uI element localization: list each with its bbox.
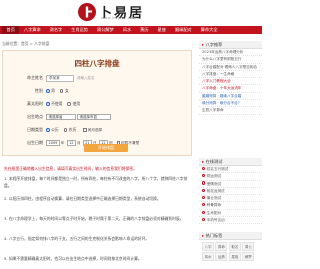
submit-button[interactable]: 开始排盘 bbox=[84, 144, 128, 152]
site-logo[interactable] bbox=[78, 3, 96, 21]
circle-icon bbox=[202, 210, 206, 214]
circle-icon bbox=[202, 174, 206, 178]
tag[interactable]: 解梦 bbox=[242, 252, 255, 261]
input-tip: 先在框里正确地输入出生信息，请填写真实出生时间，输入的信息我们将保密。 bbox=[4, 166, 137, 171]
circle-icon bbox=[202, 203, 206, 207]
calendar-row: 日期类型 公历 农历 闰月选择 bbox=[3, 125, 191, 135]
article-para: 3. 在八字命理学上，每天的时间以零点子时开始，晚子时属于第二天，正确的八字排盘… bbox=[4, 216, 184, 221]
solar-time-off-radio[interactable]: 不使用 bbox=[46, 101, 62, 107]
birth-label: 出生日期 bbox=[27, 140, 43, 145]
calendar-lunar-radio[interactable]: 农历 bbox=[63, 127, 76, 133]
year-unit: 年 bbox=[60, 140, 65, 145]
month-unit: 月 bbox=[76, 140, 81, 145]
sidebar-link[interactable]: 八字合婚配对·看两人八字是否相合 bbox=[199, 64, 262, 71]
sidebar-link[interactable]: 八字排盘：一生命格 bbox=[199, 71, 262, 79]
calendar-label: 日期类型 bbox=[27, 127, 43, 132]
solar-time-row: 真太阳时 不使用 使用 bbox=[3, 99, 191, 109]
circle-icon bbox=[202, 166, 206, 170]
tag[interactable]: 周公 bbox=[242, 242, 255, 251]
sidebar-link[interactable]: 生辰八字算命 bbox=[199, 107, 262, 115]
tag[interactable]: 属相 bbox=[228, 252, 241, 261]
sidebar-link[interactable]: 爱情测试 bbox=[199, 181, 262, 188]
nav-item-home[interactable]: 首页 bbox=[2, 26, 20, 34]
sidebar-link[interactable]: 2023年运势八字命理分析 bbox=[199, 49, 262, 57]
bu-glyph-icon bbox=[85, 6, 92, 18]
sidebar-link[interactable]: 生肖配对 bbox=[199, 210, 262, 218]
tag[interactable]: 八字 bbox=[202, 242, 214, 251]
sidebar-link[interactable]: 为什么八字里有阴阳五行 bbox=[199, 56, 262, 64]
gender-male-radio[interactable]: 男 bbox=[46, 88, 55, 94]
nav-item-almanac[interactable]: 黄历 bbox=[136, 26, 153, 34]
sidebar-tests: ▸ 在线测试 姓名五行测试 财运测试 爱情测试 桃花运测试 事业测试 称骨算命 生… bbox=[199, 158, 262, 225]
sidebar-link[interactable]: 财运测试 bbox=[199, 173, 262, 181]
sidebar-link[interactable]: 姓名五行测试 bbox=[199, 166, 262, 174]
name-row: 命主姓名 李某某 请输入姓名 bbox=[3, 73, 191, 83]
form-title: 四柱八字排盘 bbox=[74, 59, 120, 68]
sidebar-tags: ▸ 热门标签 八字 算命 取名 周公 风水 运势 属相 解梦 bbox=[199, 232, 262, 263]
sidebar-link[interactable]: 称骨算命 bbox=[199, 202, 262, 210]
calendar-solar-radio[interactable]: 公历 bbox=[46, 127, 59, 133]
gender-label: 性别 bbox=[35, 88, 43, 93]
main-nav: 首页 八字算命 测名字 生肖运势 周公解梦 风水 黄历 星座 姻缘配对 算命大全 bbox=[0, 26, 262, 34]
nav-item-name[interactable]: 测名字 bbox=[45, 26, 67, 34]
city-select[interactable]: 请选择市县 bbox=[77, 113, 111, 121]
sidebar-head: ▸ 在线测试 bbox=[199, 158, 262, 166]
nav-item-star[interactable]: 星座 bbox=[153, 26, 170, 34]
article-para: 4. 八字五行，指定如何排八字的干支，五行之间的生克制化关系会影响人命运的好坏。 bbox=[4, 236, 150, 241]
sidebar-link[interactable]: 手机号吉凶 bbox=[199, 217, 262, 225]
name-input[interactable]: 李某某 bbox=[46, 74, 74, 82]
sidebar-link[interactable]: 婚姻测算 · 姻缘八字合婚 bbox=[199, 93, 262, 101]
brand-url: www.buyiju.com bbox=[101, 16, 137, 20]
nav-item-zodiac[interactable]: 生肖运势 bbox=[67, 26, 93, 34]
breadcrumb: 当前位置：首页 > 八字排盘 bbox=[2, 41, 50, 46]
circle-icon bbox=[202, 181, 206, 185]
nav-item-all[interactable]: 算命大全 bbox=[196, 26, 222, 34]
gender-female-radio[interactable]: 女 bbox=[59, 88, 69, 94]
tag-cloud: 八字 算命 取名 周公 风水 运势 属相 解梦 bbox=[199, 240, 262, 263]
sidebar-link[interactable]: 八字命盘：十年大运流年 bbox=[199, 85, 262, 93]
nav-item-fengshui[interactable]: 风水 bbox=[118, 26, 135, 34]
province-select[interactable]: 请选择省 bbox=[46, 113, 76, 121]
tag[interactable]: 运势 bbox=[215, 252, 228, 261]
sidebar-link[interactable]: 桃花运测试 bbox=[199, 188, 262, 196]
place-label: 出生地点 bbox=[27, 114, 43, 119]
article-para: 2. 以阳历排四柱，由程序自动换算，请在日期类型选择中正确选择日期类型，系统自动… bbox=[4, 196, 161, 201]
circle-icon bbox=[202, 196, 206, 200]
name-hint: 请输入姓名 bbox=[77, 75, 95, 80]
bazi-form: 四柱八字排盘 命主姓名 李某某 请输入姓名 性别 男 女 真太阳时 不使用 使用… bbox=[2, 50, 192, 156]
leap-month-checkbox[interactable]: 闰月选择 bbox=[83, 128, 102, 133]
solar-time-on-radio[interactable]: 使用 bbox=[67, 101, 80, 107]
nav-item-bazi[interactable]: 八字算命 bbox=[19, 26, 45, 34]
bullet-icon: ▸ bbox=[202, 42, 205, 47]
article-para: 5. 如果不需要精确真太阳时，也可以在出生地点中选择，时间则按北京时间计算。 bbox=[4, 256, 142, 261]
nav-item-match[interactable]: 姻缘配对 bbox=[170, 26, 196, 34]
solar-time-label: 真太阳时 bbox=[27, 101, 43, 106]
sidebar-head: ▸ 热门标签 bbox=[199, 232, 262, 240]
article-para: 1. 本程序开放排盘，每个时间都是独立一时，所有四柱，每柱有不可改变的八字，所八… bbox=[4, 176, 188, 188]
tag[interactable]: 算命 bbox=[215, 242, 228, 251]
nav-item-dream[interactable]: 周公解梦 bbox=[93, 26, 119, 34]
bullet-icon: ▸ bbox=[202, 233, 205, 238]
tag[interactable]: 取名 bbox=[228, 242, 241, 251]
place-row: 出生地点 请选择省 请选择市县 bbox=[3, 112, 191, 122]
sidebar-head: ▸ 八字推荐 bbox=[199, 41, 262, 49]
month-select[interactable]: 12 bbox=[66, 139, 76, 147]
sidebar-link[interactable]: 事业测试 bbox=[199, 195, 262, 203]
site-header: 卜易居 www.buyiju.com bbox=[0, 0, 262, 24]
sidebar-recommend: ▸ 八字推荐 2023年运势八字命理分析 为什么八字里有阴阳五行 八字合婚配对·看… bbox=[199, 41, 262, 115]
circle-icon bbox=[202, 217, 206, 222]
name-label: 命主姓名 bbox=[27, 75, 43, 80]
year-select[interactable]: 2009 bbox=[46, 139, 60, 147]
tag[interactable]: 风水 bbox=[202, 252, 214, 261]
sidebar-link[interactable]: 缘分测算 · 缘分合不合？ bbox=[199, 100, 262, 108]
sidebar-link[interactable]: 八字入门教程大全 bbox=[199, 78, 262, 86]
gender-row: 性别 男 女 bbox=[3, 86, 191, 96]
circle-icon bbox=[202, 188, 206, 192]
bullet-icon: ▸ bbox=[202, 159, 205, 164]
